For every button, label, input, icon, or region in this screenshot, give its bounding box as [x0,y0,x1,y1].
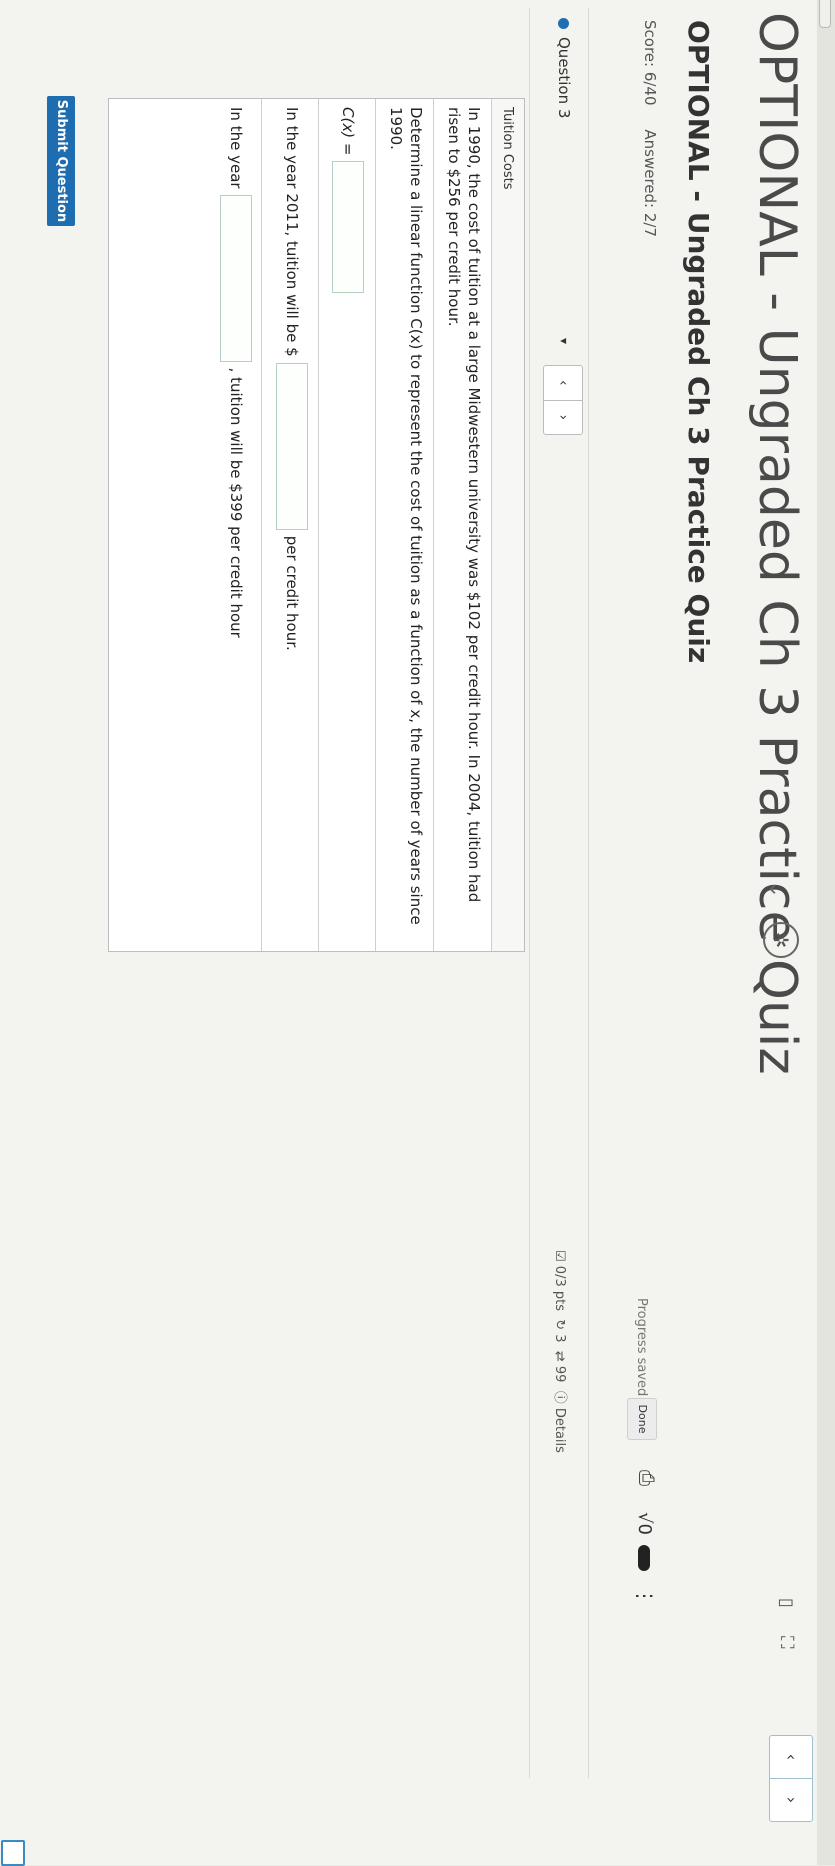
points-text: 0/3 pts [552,1265,567,1311]
question-meta: ☑ 0/3 pts ↻ 3 ⇄ 99 ⓘ Details [552,1250,571,1453]
info-icon: ⓘ [552,1390,567,1404]
chat-icon[interactable] [1,1840,25,1866]
next-assignment-button[interactable]: › [770,1779,812,1821]
page-title: OPTIONAL - Ungraded Ch 3 Practice Quiz [747,12,807,1075]
attempts-count: 99 [552,1365,567,1383]
checklist-icon: ☑ [552,1250,567,1262]
question-selector[interactable]: Question 3 [555,18,573,118]
sqrt-icon: √0 [634,1512,655,1535]
divider [529,8,530,1778]
score-text: Score: 6/40 [641,20,659,106]
divider [375,99,376,951]
quiz-title: OPTIONAL - Ungraded Ch 3 Practice Quiz [682,20,715,664]
more-options-icon[interactable]: ⋮ [633,1586,657,1606]
done-button[interactable]: Done [627,1398,657,1440]
divider [261,99,262,951]
divider [433,99,434,951]
prev-assignment-button[interactable]: ‹ [770,1736,812,1779]
question-card-title: Tuition Costs [500,107,515,190]
answer-row-2011: In the year 2011, tuition will be $ per … [276,107,308,651]
retries-count: 3 [552,1334,567,1343]
star-icon[interactable]: ✲ [763,922,799,958]
question-card: Tuition Costs In 1990, the cost of tuiti… [108,98,525,952]
tuition-2011-input[interactable] [276,362,308,530]
divider [588,8,589,1778]
divider [318,99,319,951]
chevron-down-icon[interactable]: ⌄ [764,880,789,898]
question-paragraph: Determine a linear function C(x) to repr… [387,107,425,925]
details-link[interactable]: Details [552,1408,567,1453]
question-label: Question 3 [555,37,573,119]
year-input[interactable] [220,194,252,362]
question-card-header: Tuition Costs [491,99,524,951]
function-label: C(x) = [339,107,357,156]
question-status-dot [558,18,569,29]
year-suffix: , tuition will be $399 per credit hour [227,367,245,638]
year-prefix: In the year [227,107,245,189]
score-line: Score: 6/40 Answered: 2/7 [641,20,659,237]
answer-row-year: In the year , tuition will be $399 per c… [220,107,252,638]
answered-text: Answered: 2/7 [641,129,659,238]
retry-icon: ↻ [552,1319,567,1331]
progress-saved-text: Progress saved [634,1298,649,1397]
year2011-suffix: per credit hour. [283,535,301,651]
bookmark-icon[interactable]: ▯ [776,1598,797,1608]
assignment-nav: ‹ › [769,1735,813,1822]
question-paragraph: In 1990, the cost of tuition at a large … [445,107,483,903]
prev-question-button[interactable]: ‹ [544,366,582,401]
answer-row-function: C(x) = [332,107,364,294]
submit-question-button[interactable]: Submit Question [47,96,75,226]
print-icon[interactable]: ⎙ [635,1470,659,1486]
year2011-prefix: In the year 2011, tuition will be $ [283,107,301,357]
attempts-icon: ⇄ [552,1350,567,1362]
function-input[interactable] [332,161,364,294]
math-keyboard-toggle[interactable]: √0 [634,1512,655,1571]
toggle-switch[interactable] [638,1544,650,1571]
question-nav: ‹ › [543,365,583,435]
top-bar [817,0,835,1865]
browser-back-button[interactable] [819,0,831,28]
fullscreen-icon[interactable]: ⛶ [776,1636,797,1649]
next-question-button[interactable]: › [544,401,582,435]
question-dropdown-icon[interactable]: ▾ [557,338,571,344]
